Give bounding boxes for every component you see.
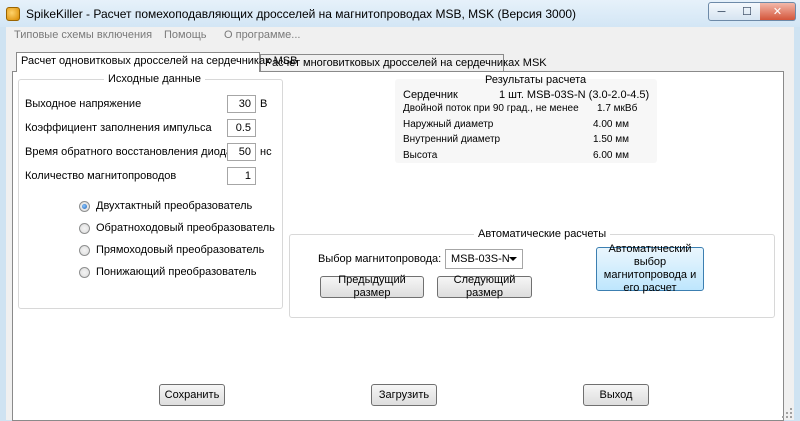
load-button[interactable]: Загрузить: [371, 384, 437, 406]
recovery-time-label: Время обратного восстановления диода: [25, 146, 233, 158]
radio-buck[interactable]: [79, 267, 90, 278]
result-flux-value: 1.7 мкВб: [597, 103, 638, 114]
core-select-value: MSB-03S-N: [451, 253, 510, 265]
menu-help[interactable]: Помощь: [164, 29, 207, 41]
prev-size-button[interactable]: Предыдущий размер: [320, 274, 424, 299]
recovery-time-unit: нс: [260, 146, 272, 158]
app-icon: [6, 7, 20, 21]
radio-forward[interactable]: [79, 245, 90, 256]
menu-typical-schemes[interactable]: Типовые схемы включения: [14, 29, 152, 41]
duty-cycle-label: Коэффициент заполнения импульса: [25, 122, 212, 134]
result-outer-diameter-label: Наружный диаметр: [403, 119, 494, 130]
radio-buck-label[interactable]: Понижающий преобразователь: [96, 266, 257, 278]
next-size-label: Следующий размер: [453, 274, 516, 299]
prev-size-label: Предыдущий размер: [338, 274, 406, 299]
core-select-label: Выбор магнитопровода:: [318, 253, 442, 265]
output-voltage-label: Выходное напряжение: [25, 98, 142, 110]
load-label: Загрузить: [378, 388, 430, 401]
duty-cycle-input[interactable]: 0.5: [227, 119, 256, 137]
chevron-down-icon: [509, 257, 517, 261]
close-button[interactable]: ✕: [760, 2, 796, 21]
tab-msb[interactable]: Расчет одновитковых дросселей на сердечн…: [16, 52, 297, 72]
core-count-label: Количество магнитопроводов: [25, 170, 177, 182]
menu-bar: Типовые схемы включения Помощь О програм…: [6, 27, 794, 43]
auto-group-title: Автоматические расчеты: [474, 228, 611, 240]
result-core-value: 1 шт. MSB-03S-N (3.0-2.0-4.5): [499, 89, 650, 101]
core-select[interactable]: MSB-03S-N: [445, 249, 523, 269]
save-label: Сохранить: [164, 388, 220, 401]
output-voltage-unit: В: [260, 98, 268, 110]
auto-select-label: Автоматический выбор магнитопровода и ег…: [603, 243, 697, 294]
tab-msb-label: Расчет одновитковых дросселей на сердечн…: [21, 55, 298, 67]
core-count-input[interactable]: 1: [227, 167, 256, 185]
result-core-label: Сердечник: [403, 89, 458, 101]
title-bar: SpikeKiller - Расчет помехоподавляющих д…: [0, 0, 800, 27]
maximize-button[interactable]: ☐: [734, 2, 761, 21]
maximize-icon: ☐: [742, 6, 752, 18]
results-group-title: Результаты расчета: [485, 74, 587, 86]
next-size-button[interactable]: Следующий размер: [437, 274, 532, 299]
results-group: Результаты расчета Сердечник 1 шт. MSB-0…: [395, 74, 657, 163]
client-area: Типовые схемы включения Помощь О програм…: [6, 27, 794, 421]
result-height-value: 6.00 мм: [593, 150, 629, 161]
save-button[interactable]: Сохранить: [159, 384, 225, 406]
result-flux-label: Двойной поток при 90 град., не менее: [403, 103, 579, 114]
window-title: SpikeKiller - Расчет помехоподавляющих д…: [26, 7, 577, 21]
close-icon: ✕: [772, 6, 783, 18]
radio-flyback-label[interactable]: Обратноходовый преобразователь: [96, 222, 275, 234]
tab-msk-label: Расчет многовитковых дросселей на сердеч…: [265, 57, 547, 69]
result-height-label: Высота: [403, 150, 438, 161]
result-inner-diameter-value: 1.50 мм: [593, 134, 629, 145]
result-inner-diameter-label: Внутренний диаметр: [403, 134, 501, 145]
exit-button[interactable]: Выход: [583, 384, 649, 406]
input-group: Исходные данные Выходное напряжение 30 В…: [18, 73, 283, 309]
recovery-time-input[interactable]: 50: [227, 143, 256, 161]
radio-push-pull[interactable]: [79, 201, 90, 212]
radio-forward-label[interactable]: Прямоходовый преобразователь: [96, 244, 264, 256]
auto-select-button[interactable]: Автоматический выбор магнитопровода и ег…: [596, 243, 704, 294]
input-group-title: Исходные данные: [104, 73, 205, 85]
tab-panel: Исходные данные Выходное напряжение 30 В…: [12, 71, 784, 421]
radio-flyback[interactable]: [79, 223, 90, 234]
minimize-button[interactable]: ─: [708, 2, 735, 21]
radio-push-pull-label[interactable]: Двухтактный преобразователь: [96, 200, 252, 212]
auto-group: Автоматические расчеты Выбор магнитопров…: [289, 228, 775, 318]
exit-label: Выход: [599, 388, 633, 401]
menu-about[interactable]: О программе...: [224, 29, 300, 41]
output-voltage-input[interactable]: 30: [227, 95, 256, 113]
minimize-icon: ─: [717, 5, 726, 18]
result-outer-diameter-value: 4.00 мм: [593, 119, 629, 130]
resize-grip-icon[interactable]: [782, 408, 792, 418]
